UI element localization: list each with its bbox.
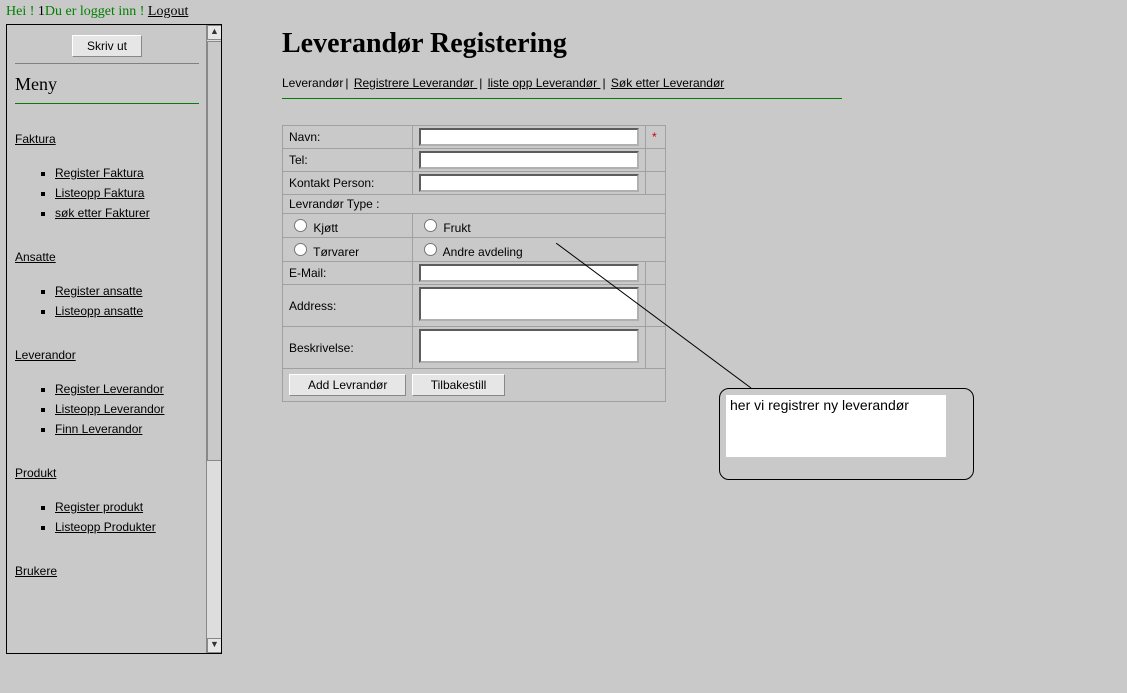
- list-item: Register ansatte: [55, 284, 199, 298]
- label-email: E-Mail:: [283, 262, 413, 285]
- sidebar-item-register-produkt[interactable]: Register produkt: [55, 500, 143, 514]
- top-bar: Hei ! 1Du er logget inn ! Logout: [0, 0, 1127, 24]
- sidebar-item-register-faktura[interactable]: Register Faktura: [55, 166, 144, 180]
- tel-input[interactable]: [419, 151, 639, 169]
- sidebar-item-listeopp-produkter[interactable]: Listeopp Produkter: [55, 520, 156, 534]
- scroll-up-icon[interactable]: ▲: [207, 25, 222, 40]
- navn-input[interactable]: [419, 128, 639, 146]
- radio-kjott-label[interactable]: Kjøtt: [289, 221, 338, 235]
- radio-frukt[interactable]: [424, 219, 437, 232]
- sidebar-item-finn-leverandor[interactable]: Finn Leverandor: [55, 422, 142, 436]
- breadcrumb: Leverandør| Registrere Leverandør | list…: [282, 76, 1121, 90]
- sidebar-scrollbar[interactable]: ▲ ▼: [206, 25, 221, 653]
- list-item: Register Faktura: [55, 166, 199, 180]
- crumb-current: Leverandør: [282, 76, 343, 90]
- scroll-down-icon[interactable]: ▼: [207, 638, 222, 653]
- sidebar-item-sok-fakturer[interactable]: søk etter Fakturer: [55, 206, 150, 220]
- sidebar-item-register-leverandor[interactable]: Register Leverandor: [55, 382, 164, 396]
- section-ansatte[interactable]: Ansatte: [15, 250, 56, 264]
- address-textarea[interactable]: [419, 287, 639, 321]
- user-id: 1: [38, 4, 45, 19]
- divider: [282, 98, 842, 99]
- list-item: Listeopp Produkter: [55, 520, 199, 534]
- label-type: Levrandør Type :: [283, 195, 666, 214]
- label-address: Address:: [283, 285, 413, 327]
- crumb-register[interactable]: Registrere Leverandør: [354, 76, 477, 90]
- label-navn: Navn:: [283, 126, 413, 149]
- radio-andre[interactable]: [424, 243, 437, 256]
- list-item: Register Leverandor: [55, 382, 199, 396]
- sidebar: Skriv ut Meny Faktura Register Faktura L…: [7, 25, 207, 653]
- crumb-search[interactable]: Søk etter Leverandør: [611, 76, 724, 90]
- radio-frukt-label[interactable]: Frukt: [419, 221, 471, 235]
- email-input[interactable]: [419, 264, 639, 282]
- greeting-label: Hei !: [6, 4, 38, 19]
- list-item: Listeopp Leverandor: [55, 402, 199, 416]
- section-produkt[interactable]: Produkt: [15, 466, 56, 480]
- sidebar-item-listeopp-leverandor[interactable]: Listeopp Leverandor: [55, 402, 164, 416]
- list-item: Finn Leverandor: [55, 422, 199, 436]
- label-beskrivelse: Beskrivelse:: [283, 327, 413, 369]
- section-brukere[interactable]: Brukere: [15, 564, 57, 578]
- section-faktura[interactable]: Faktura: [15, 132, 56, 146]
- radio-torvarer-label[interactable]: Tørvarer: [289, 245, 359, 259]
- divider: [15, 103, 199, 104]
- sidebar-item-register-ansatte[interactable]: Register ansatte: [55, 284, 142, 298]
- main-content: Leverandør Registering Leverandør| Regis…: [282, 24, 1121, 402]
- sidebar-item-listeopp-ansatte[interactable]: Listeopp ansatte: [55, 304, 143, 318]
- logout-link[interactable]: Logout: [148, 4, 188, 19]
- radio-andre-label[interactable]: Andre avdeling: [419, 245, 523, 259]
- sidebar-item-listeopp-faktura[interactable]: Listeopp Faktura: [55, 186, 144, 200]
- label-kontakt: Kontakt Person:: [283, 172, 413, 195]
- logged-in-label: Du er logget inn !: [45, 4, 148, 19]
- sidebar-container: Skriv ut Meny Faktura Register Faktura L…: [6, 24, 222, 654]
- page-title: Leverandør Registering: [282, 28, 1121, 60]
- label-tel: Tel:: [283, 149, 413, 172]
- scroll-thumb[interactable]: [207, 41, 222, 461]
- menu-title: Meny: [15, 74, 199, 95]
- list-item: Listeopp ansatte: [55, 304, 199, 318]
- reset-button[interactable]: Tilbakestill: [412, 374, 506, 396]
- print-button[interactable]: Skriv ut: [72, 35, 142, 57]
- required-marker: *: [646, 126, 666, 149]
- radio-torvarer[interactable]: [294, 243, 307, 256]
- divider: [15, 63, 199, 64]
- list-item: Register produkt: [55, 500, 199, 514]
- supplier-form: Navn: * Tel: Kontakt Person: Levrandør T…: [282, 125, 666, 402]
- list-item: søk etter Fakturer: [55, 206, 199, 220]
- kontakt-input[interactable]: [419, 174, 639, 192]
- list-item: Listeopp Faktura: [55, 186, 199, 200]
- add-supplier-button[interactable]: Add Levrandør: [289, 374, 406, 396]
- section-leverandor[interactable]: Leverandor: [15, 348, 76, 362]
- beskrivelse-textarea[interactable]: [419, 329, 639, 363]
- radio-kjott[interactable]: [294, 219, 307, 232]
- crumb-list[interactable]: liste opp Leverandør: [488, 76, 601, 90]
